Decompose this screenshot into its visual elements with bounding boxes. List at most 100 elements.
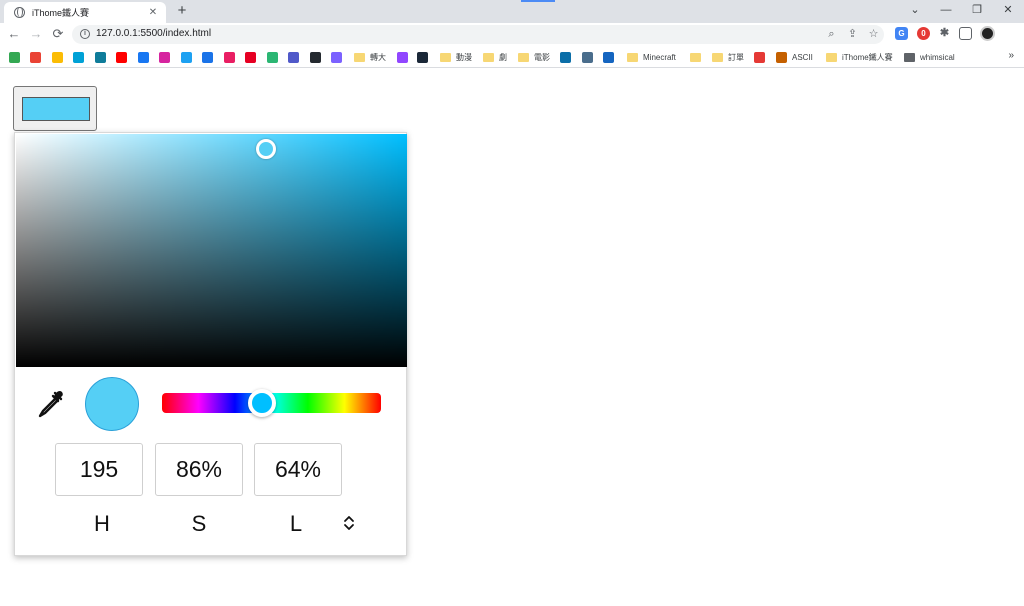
saturation-lightness-area[interactable]	[16, 134, 407, 367]
bookmark-item[interactable]	[52, 50, 68, 64]
bookmark-favicon-icon	[288, 51, 299, 63]
bookmark-item[interactable]	[603, 50, 619, 64]
eyedropper-icon[interactable]	[35, 389, 65, 421]
folder-icon	[904, 52, 915, 62]
bookmark-item[interactable]: 動漫	[440, 50, 472, 64]
url-text[interactable]: 127.0.0.1:5500/index.html	[96, 28, 211, 39]
browser-toolbar: ← → ⟳ i 127.0.0.1:5500/index.html ⌕ ⇪ ☆	[0, 23, 1024, 45]
bookmark-favicon-icon	[138, 51, 149, 63]
bookmark-favicon-icon	[267, 51, 278, 63]
bookmark-favicon-icon	[73, 51, 84, 63]
bookmark-item[interactable]: 電影	[518, 50, 550, 64]
bookmark-label: iThome鐵人賽	[842, 52, 893, 62]
lightness-value-input[interactable]: 64%	[254, 443, 342, 496]
bookmark-item[interactable]: 訂單	[712, 50, 744, 64]
hue-label: H	[94, 511, 110, 536]
bookmarks-bar: » 轉大 動漫 劇 電影 Minecraft 訂單 ASCII iThome鐵人賽 whimsi…	[0, 46, 1024, 68]
site-info-icon[interactable]: i	[80, 29, 90, 39]
folder-icon	[518, 52, 529, 62]
profile-avatar[interactable]	[980, 26, 995, 41]
bookmark-item[interactable]	[331, 50, 347, 64]
tab-close-button[interactable]: ✕	[146, 6, 160, 20]
bookmark-item[interactable]	[754, 50, 770, 64]
bookmark-item[interactable]	[267, 50, 283, 64]
reload-button[interactable]: ⟳	[50, 26, 66, 42]
folder-icon	[690, 52, 701, 62]
bookmark-item[interactable]: iThome鐵人賽	[826, 50, 893, 64]
saturation-cursor[interactable]	[256, 139, 276, 159]
back-button[interactable]: ←	[6, 26, 22, 42]
bookmark-favicon-icon	[603, 51, 614, 63]
restore-button[interactable]: ❐	[962, 0, 992, 23]
bookmark-item[interactable]: ASCII	[776, 50, 813, 64]
bookmark-label: 電影	[534, 52, 550, 62]
bookmark-favicon-icon	[202, 51, 213, 63]
window-close-button[interactable]: ✕	[993, 0, 1023, 23]
bookmark-favicon-icon	[181, 51, 192, 63]
folder-icon	[440, 52, 451, 62]
bookmark-item[interactable]	[95, 50, 111, 64]
bookmark-item[interactable]	[417, 50, 433, 64]
extensions-puzzle-icon[interactable]: ✱	[938, 27, 951, 40]
bookmark-label: 劇	[499, 52, 507, 62]
saturation-value-input[interactable]: 86%	[155, 443, 243, 496]
bookmark-label: 動漫	[456, 52, 472, 62]
tab-search-button[interactable]: ⌄	[900, 0, 930, 23]
bookmark-favicon-icon	[245, 51, 256, 63]
new-tab-button[interactable]: +	[174, 3, 190, 19]
color-swatch-button[interactable]	[13, 86, 97, 131]
bookmarks-overflow-button[interactable]: »	[1008, 50, 1014, 61]
bookmark-item[interactable]	[202, 50, 218, 64]
forward-button[interactable]: →	[28, 26, 44, 42]
bookmark-favicon-icon	[159, 51, 170, 63]
bookmark-item[interactable]	[288, 50, 304, 64]
lightness-label: L	[289, 511, 303, 536]
adblock-extension-icon[interactable]: 0	[917, 27, 930, 40]
share-icon[interactable]: ⇪	[846, 28, 859, 41]
tab-title: iThome鐵人賽	[32, 8, 90, 18]
bookmark-item[interactable]	[690, 50, 706, 64]
bookmark-item[interactable]	[245, 50, 261, 64]
bookmark-label: 訂單	[728, 52, 744, 62]
bookmark-item[interactable]	[159, 50, 175, 64]
bookmark-item[interactable]: whimsical	[904, 50, 955, 64]
bookmark-favicon-icon	[776, 51, 787, 63]
bookmark-item[interactable]	[560, 50, 576, 64]
bookmark-label: whimsical	[920, 52, 955, 62]
hue-slider-thumb[interactable]	[248, 389, 276, 417]
bookmark-item[interactable]	[116, 50, 132, 64]
bookmark-item[interactable]	[73, 50, 89, 64]
bookmark-item[interactable]	[310, 50, 326, 64]
bookmark-star-icon[interactable]: ☆	[867, 28, 880, 41]
bookmark-item[interactable]	[582, 50, 598, 64]
bookmark-item[interactable]	[138, 50, 154, 64]
minimize-button[interactable]: —	[931, 0, 961, 23]
folder-icon	[354, 52, 365, 62]
bookmark-favicon-icon	[30, 51, 41, 63]
bookmark-label: Minecraft	[643, 52, 676, 62]
folder-icon	[627, 52, 638, 62]
bookmark-item[interactable]: Minecraft	[627, 50, 676, 64]
translate-extension-icon[interactable]: G	[895, 27, 908, 40]
bookmark-item[interactable]	[9, 50, 25, 64]
bookmark-item[interactable]	[397, 50, 413, 64]
side-panel-icon[interactable]	[959, 27, 972, 40]
bookmark-item[interactable]	[224, 50, 240, 64]
bookmark-label: ASCII	[792, 52, 813, 62]
hue-value-input[interactable]: 195	[55, 443, 143, 496]
address-bar[interactable]: i 127.0.0.1:5500/index.html ⌕ ⇪ ☆	[72, 25, 884, 44]
browser-tab[interactable]: iThome鐵人賽 ✕	[4, 2, 166, 23]
bookmark-item[interactable]	[30, 50, 46, 64]
tab-strip: iThome鐵人賽 ✕ + ⌄ — ❐ ✕	[0, 0, 1024, 23]
bookmark-item[interactable]: 劇	[483, 50, 507, 64]
bookmark-favicon-icon	[116, 51, 127, 63]
mode-toggle-chevron-icon[interactable]	[342, 513, 356, 533]
bookmark-item[interactable]: 轉大	[354, 50, 386, 64]
zoom-icon[interactable]: ⌕	[825, 28, 838, 41]
bookmark-item[interactable]	[181, 50, 197, 64]
bookmark-favicon-icon	[397, 51, 408, 63]
bookmark-favicon-icon	[417, 51, 428, 63]
folder-icon	[712, 52, 723, 62]
color-preview-circle	[85, 377, 139, 431]
bookmark-favicon-icon	[560, 51, 571, 63]
